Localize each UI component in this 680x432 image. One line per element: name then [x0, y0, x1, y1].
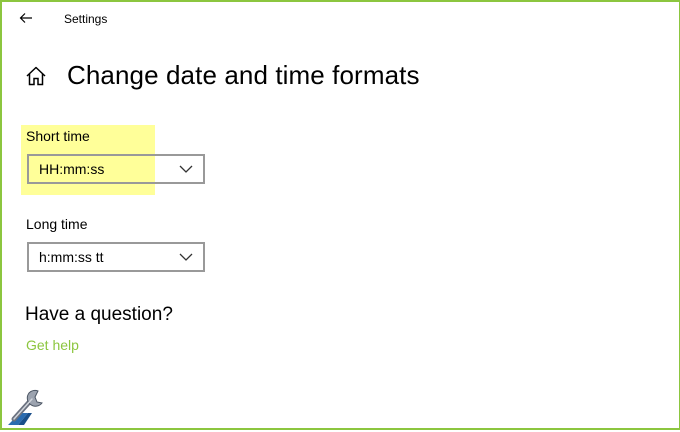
wrench-logo-icon	[2, 383, 52, 427]
home-icon	[26, 66, 46, 86]
short-time-label: Short time	[26, 128, 90, 144]
long-time-label: Long time	[26, 216, 88, 232]
long-time-value: h:mm:ss tt	[39, 249, 104, 265]
page-title: Change date and time formats	[67, 60, 420, 90]
chevron-down-icon	[179, 165, 193, 173]
title-bar: Settings	[0, 0, 680, 38]
back-button[interactable]	[12, 6, 40, 30]
window-title: Settings	[64, 12, 108, 26]
get-help-link[interactable]: Get help	[26, 337, 79, 353]
back-arrow-icon	[19, 13, 32, 23]
help-heading: Have a question?	[25, 304, 173, 325]
home-button[interactable]	[24, 64, 48, 88]
chevron-down-icon	[179, 253, 193, 261]
short-time-value: HH:mm:ss	[39, 161, 105, 177]
short-time-dropdown[interactable]: HH:mm:ss	[27, 154, 205, 184]
long-time-dropdown[interactable]: h:mm:ss tt	[27, 242, 205, 272]
